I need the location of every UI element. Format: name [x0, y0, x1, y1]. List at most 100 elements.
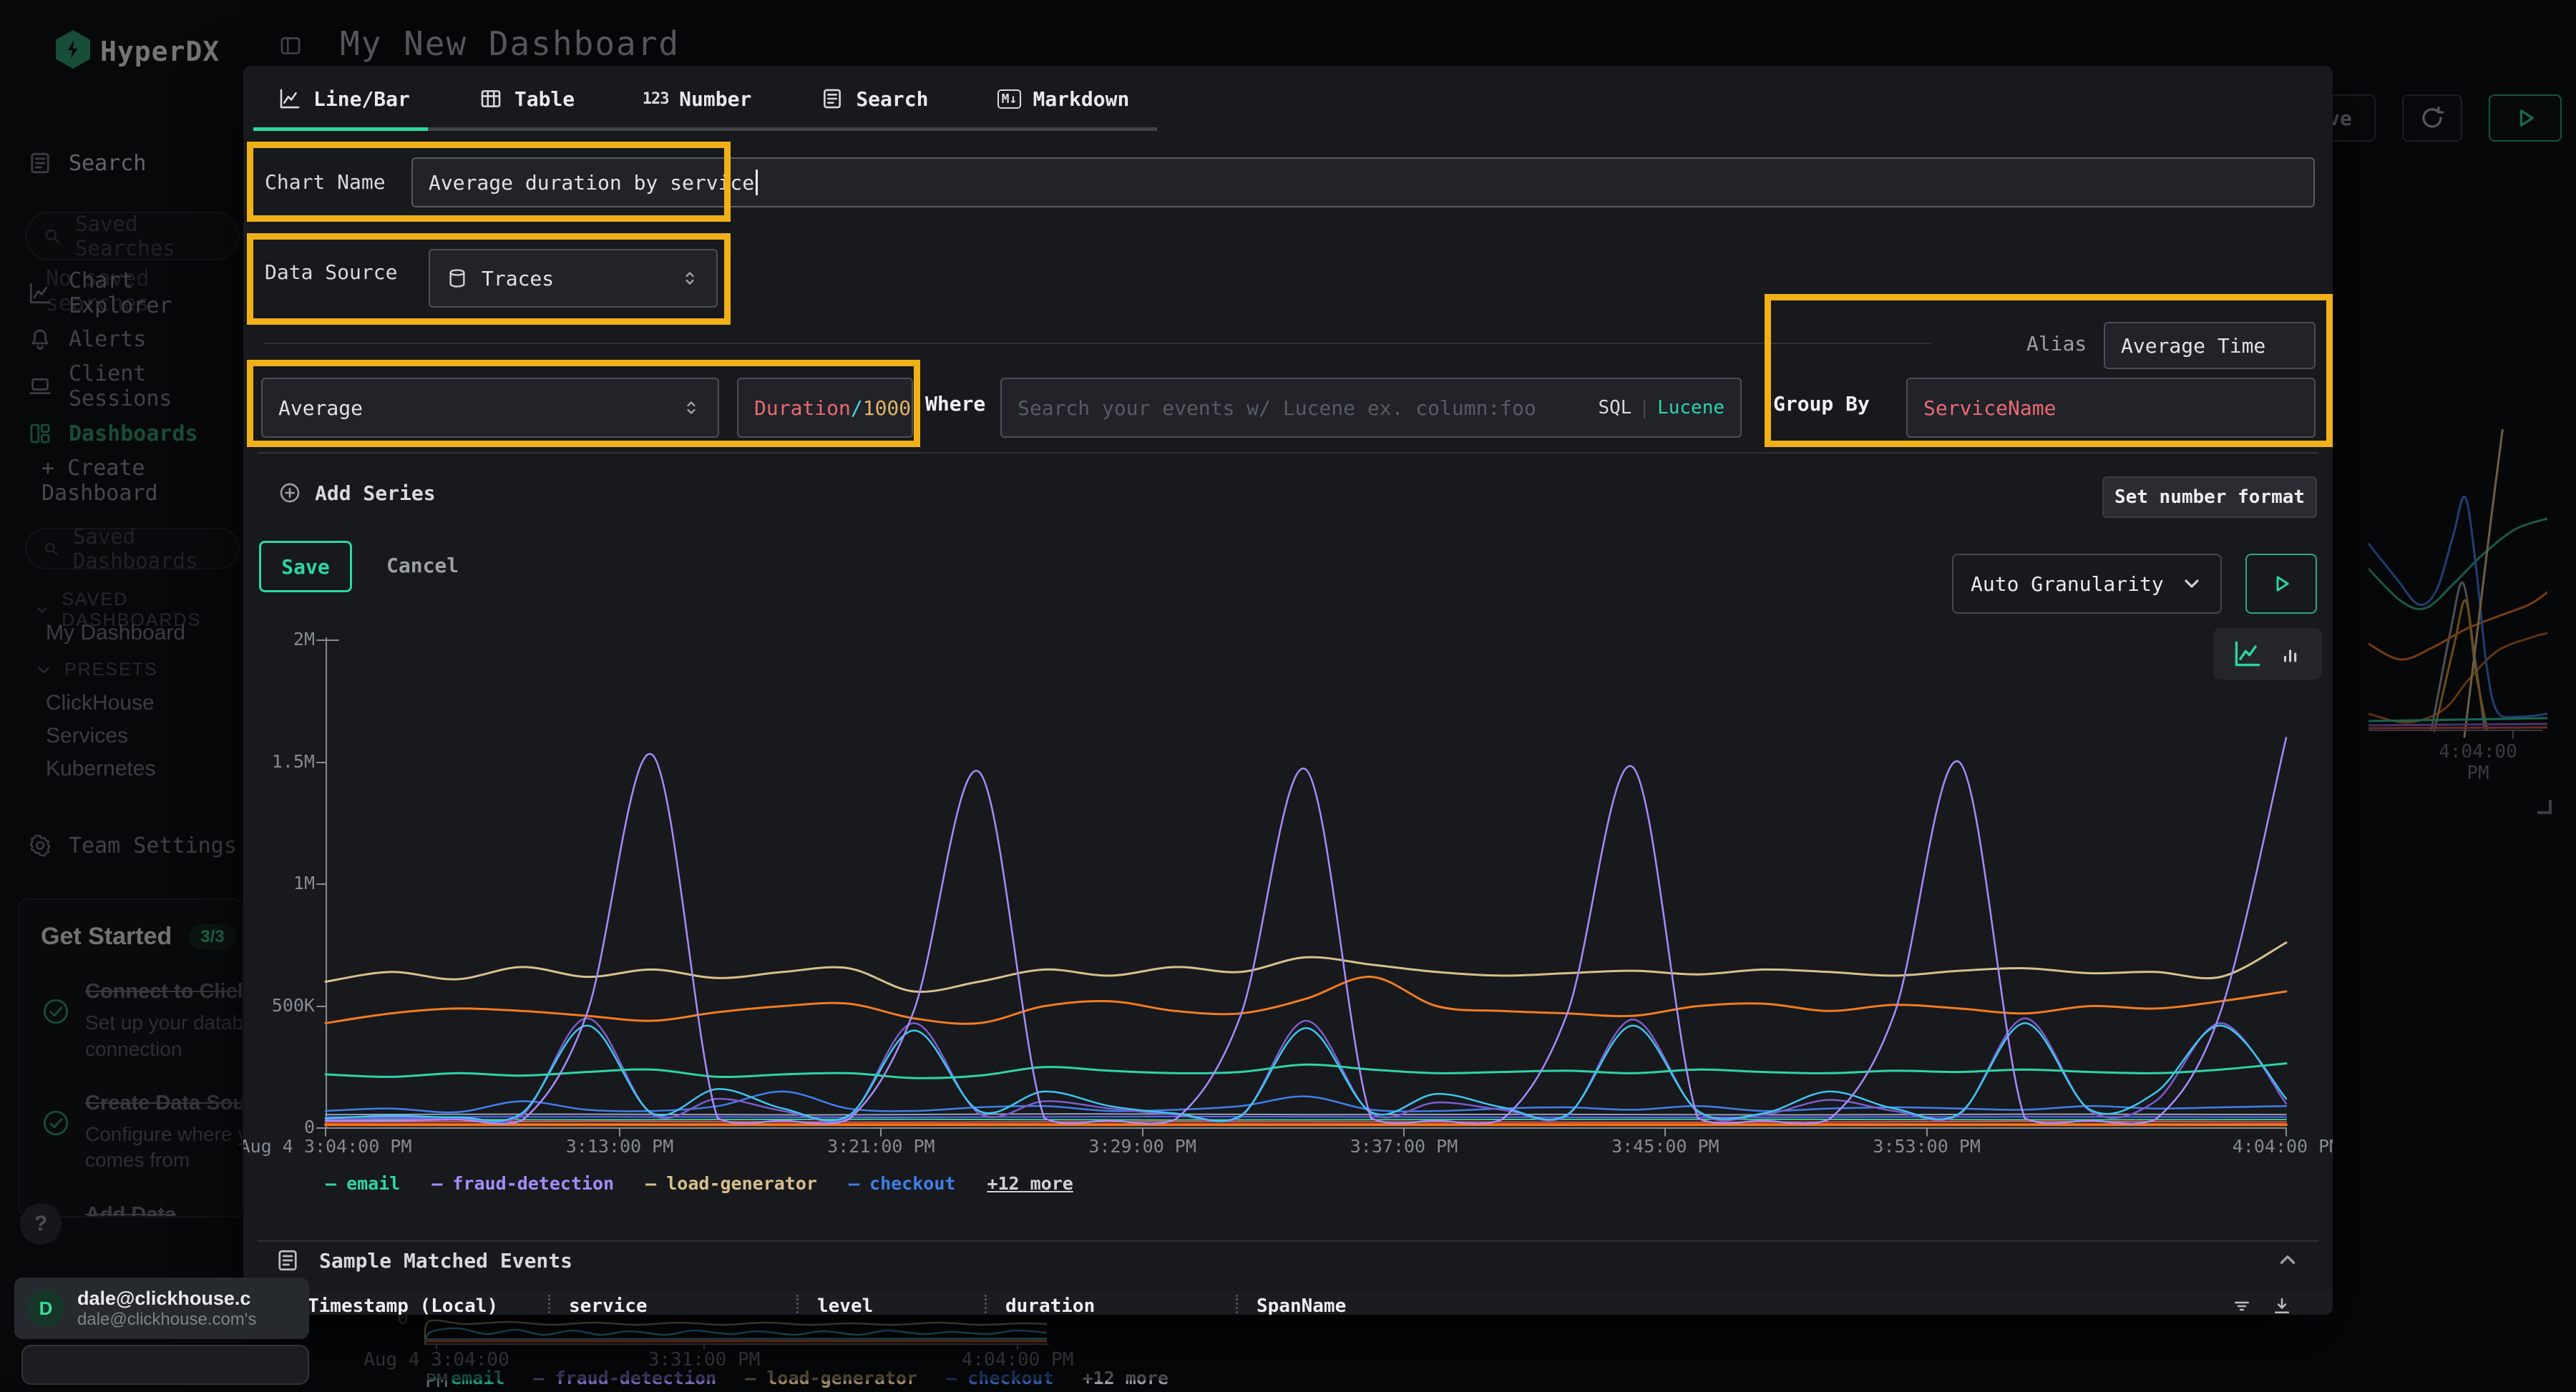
- background-chart-right: [2368, 429, 2547, 740]
- get-started-item-desc: Set up your database connection: [85, 1010, 243, 1062]
- where-search-input[interactable]: Search your events w/ Lucene ex. column:…: [1000, 378, 1742, 438]
- run-query-button[interactable]: [2489, 94, 2562, 142]
- column-separator: [985, 1295, 987, 1315]
- y-axis-tick-label: 2M: [247, 629, 315, 650]
- tab-line-bar[interactable]: Line/Bar: [278, 87, 410, 111]
- legend-item-12-more[interactable]: +12 more: [987, 1173, 1073, 1194]
- x-axis-tick-label: 3:53:00 PM: [1834, 1136, 2020, 1157]
- user-menu-chip[interactable]: D dale@clickhouse.c dale@clickhouse.com'…: [14, 1278, 309, 1339]
- database-icon: [446, 267, 469, 290]
- granularity-select[interactable]: Auto Granularity: [1952, 554, 2222, 614]
- chevron-up-icon[interactable]: [2275, 1248, 2300, 1272]
- x-axis-tick-label: Aug 4 3:04:00 PM: [243, 1136, 419, 1157]
- chart-series-line: [326, 943, 2286, 992]
- search-doc-icon: [27, 150, 53, 176]
- legend-item-fraud-detection[interactable]: —fraud-detection: [431, 1173, 614, 1194]
- tab-table[interactable]: Table: [479, 87, 575, 111]
- group-by-label: Group By: [1773, 392, 1870, 416]
- user-email-sub: dale@clickhouse.com's: [77, 1310, 256, 1330]
- bar-chart-icon[interactable]: [2279, 642, 2303, 666]
- get-started-item-create-data-source[interactable]: Create Data SourceConfigure where your d…: [41, 1089, 243, 1174]
- aggregation-select[interactable]: Average: [261, 378, 719, 438]
- legend-item-load-generator[interactable]: —load-generator: [645, 1173, 817, 1194]
- group-by-input[interactable]: ServiceName: [1906, 378, 2316, 438]
- chart-name-input[interactable]: Average duration by service: [411, 157, 2315, 207]
- x-axis-tick-label: 3:29:00 PM: [1050, 1136, 1236, 1157]
- column-header-timestamp-local[interactable]: Timestamp (Local): [308, 1295, 548, 1315]
- line-chart-icon[interactable]: [2232, 638, 2263, 670]
- table-header-icons: [2231, 1295, 2333, 1315]
- sidebar-item-client-sessions[interactable]: Client Sessions: [0, 371, 243, 402]
- get-started-item-desc: Configure where your data comes from: [85, 1122, 243, 1174]
- tab-label: Search: [856, 87, 928, 111]
- sidebar-item-kubernetes[interactable]: Kubernetes: [46, 757, 155, 781]
- sidebar-item-services[interactable]: Services: [46, 724, 128, 748]
- check-circle-icon: [41, 996, 71, 1026]
- field-input[interactable]: Duration/1000: [737, 378, 913, 438]
- help-button[interactable]: ?: [20, 1203, 62, 1245]
- alias-input[interactable]: Average Time: [2104, 322, 2316, 369]
- sidebar-item-team-settings[interactable]: Team Settings: [0, 830, 243, 861]
- sidebar-item-chart-explorer[interactable]: Chart Explorer: [0, 278, 243, 309]
- magnifier-icon: [42, 538, 60, 559]
- sample-matched-events-header[interactable]: Sample Matched Events: [275, 1248, 572, 1273]
- set-number-format-button[interactable]: Set number format: [2102, 476, 2317, 518]
- tab-number[interactable]: 123Number: [643, 87, 751, 111]
- edit-chart-modal: Line/Bar Table 123Number Search M↓Markdown C…: [243, 66, 2333, 1315]
- avatar: D: [27, 1290, 64, 1327]
- hyperdx-logo-icon: [56, 30, 90, 69]
- saved-dashboards-input[interactable]: Saved Dashboards: [25, 528, 240, 569]
- column-header-spanname[interactable]: SpanName: [1257, 1295, 1614, 1315]
- legend-label: fraud-detection: [452, 1173, 614, 1194]
- sidebar-item-alerts[interactable]: Alerts: [0, 323, 243, 355]
- get-started-item-add-data[interactable]: Add DataStart sending logs, metrics, or …: [41, 1201, 243, 1217]
- select-chevrons-icon: [680, 397, 702, 418]
- legend-item-email[interactable]: —email: [326, 1173, 400, 1194]
- magnifier-icon: [42, 225, 62, 247]
- get-started-badge: 3/3: [189, 924, 235, 950]
- legend-dash: —: [326, 1173, 336, 1194]
- get-started-item-title: Connect to ClickHouse: [85, 978, 243, 1006]
- tab-markdown[interactable]: M↓Markdown: [997, 87, 1129, 111]
- legend-label: checkout: [869, 1173, 955, 1194]
- run-chart-button[interactable]: [2245, 554, 2317, 614]
- chevron-down-icon: [34, 601, 50, 619]
- collapse-sidebar-icon[interactable]: [278, 33, 303, 59]
- create-dashboard-button[interactable]: + Create Dashboard: [0, 465, 243, 496]
- tab-search[interactable]: Search: [820, 87, 928, 111]
- sidebar-item-search[interactable]: Search: [0, 147, 243, 179]
- check-circle-icon: [41, 1108, 71, 1138]
- cancel-button[interactable]: Cancel: [386, 554, 459, 577]
- background-legend-item: — checkout: [946, 1368, 1054, 1388]
- section-header-presets[interactable]: PRESETS: [34, 660, 158, 680]
- column-header-duration[interactable]: duration: [1005, 1295, 1236, 1315]
- sidebar-item-dashboards[interactable]: Dashboards: [0, 418, 243, 449]
- tab-label: Line/Bar: [313, 87, 410, 111]
- add-series-button[interactable]: Add Series: [278, 481, 436, 505]
- column-header-level[interactable]: level: [817, 1295, 985, 1315]
- dashboard-title[interactable]: My New Dashboard: [340, 24, 680, 63]
- chart-style-toggle[interactable]: [2213, 628, 2322, 680]
- column-header-service[interactable]: service: [569, 1295, 796, 1315]
- sidebar-item-label: Chart Explorer: [69, 268, 243, 318]
- save-button[interactable]: Save: [259, 541, 352, 592]
- query-language-toggle[interactable]: SQL|Lucene: [1598, 397, 1724, 418]
- x-axis-tick-label: 3:45:00 PM: [1572, 1136, 1758, 1157]
- field-token: 1000: [863, 396, 911, 420]
- resize-handle-icon[interactable]: [2537, 800, 2552, 814]
- data-source-select[interactable]: Traces: [429, 249, 718, 308]
- chart-legend: —email—fraud-detection—load-generator—ch…: [326, 1173, 1073, 1194]
- refresh-button[interactable]: [2402, 94, 2462, 142]
- list-icon: [275, 1248, 301, 1273]
- get-started-item-connect-to-clickhouse[interactable]: Connect to ClickHouse Set up your databas…: [41, 978, 243, 1062]
- saved-searches-input[interactable]: Saved Searches: [25, 212, 240, 260]
- user-menu-panel: [21, 1345, 309, 1385]
- chart-plot-area: 2M1.5M1M500K0 Aug 4 3:04:00 PM3:13:00 PM…: [326, 629, 2286, 1130]
- play-icon: [2269, 572, 2293, 596]
- sidebar-item-clickhouse[interactable]: ClickHouse: [46, 691, 155, 715]
- chevron-down-icon: [2180, 572, 2203, 595]
- background-chart-x-label: 4:04:00 PM: [2424, 741, 2532, 784]
- sidebar-item-my-dashboard[interactable]: My Dashboard: [46, 621, 185, 645]
- sidebar-item-label: Alerts: [69, 327, 146, 352]
- legend-item-checkout[interactable]: —checkout: [849, 1173, 955, 1194]
